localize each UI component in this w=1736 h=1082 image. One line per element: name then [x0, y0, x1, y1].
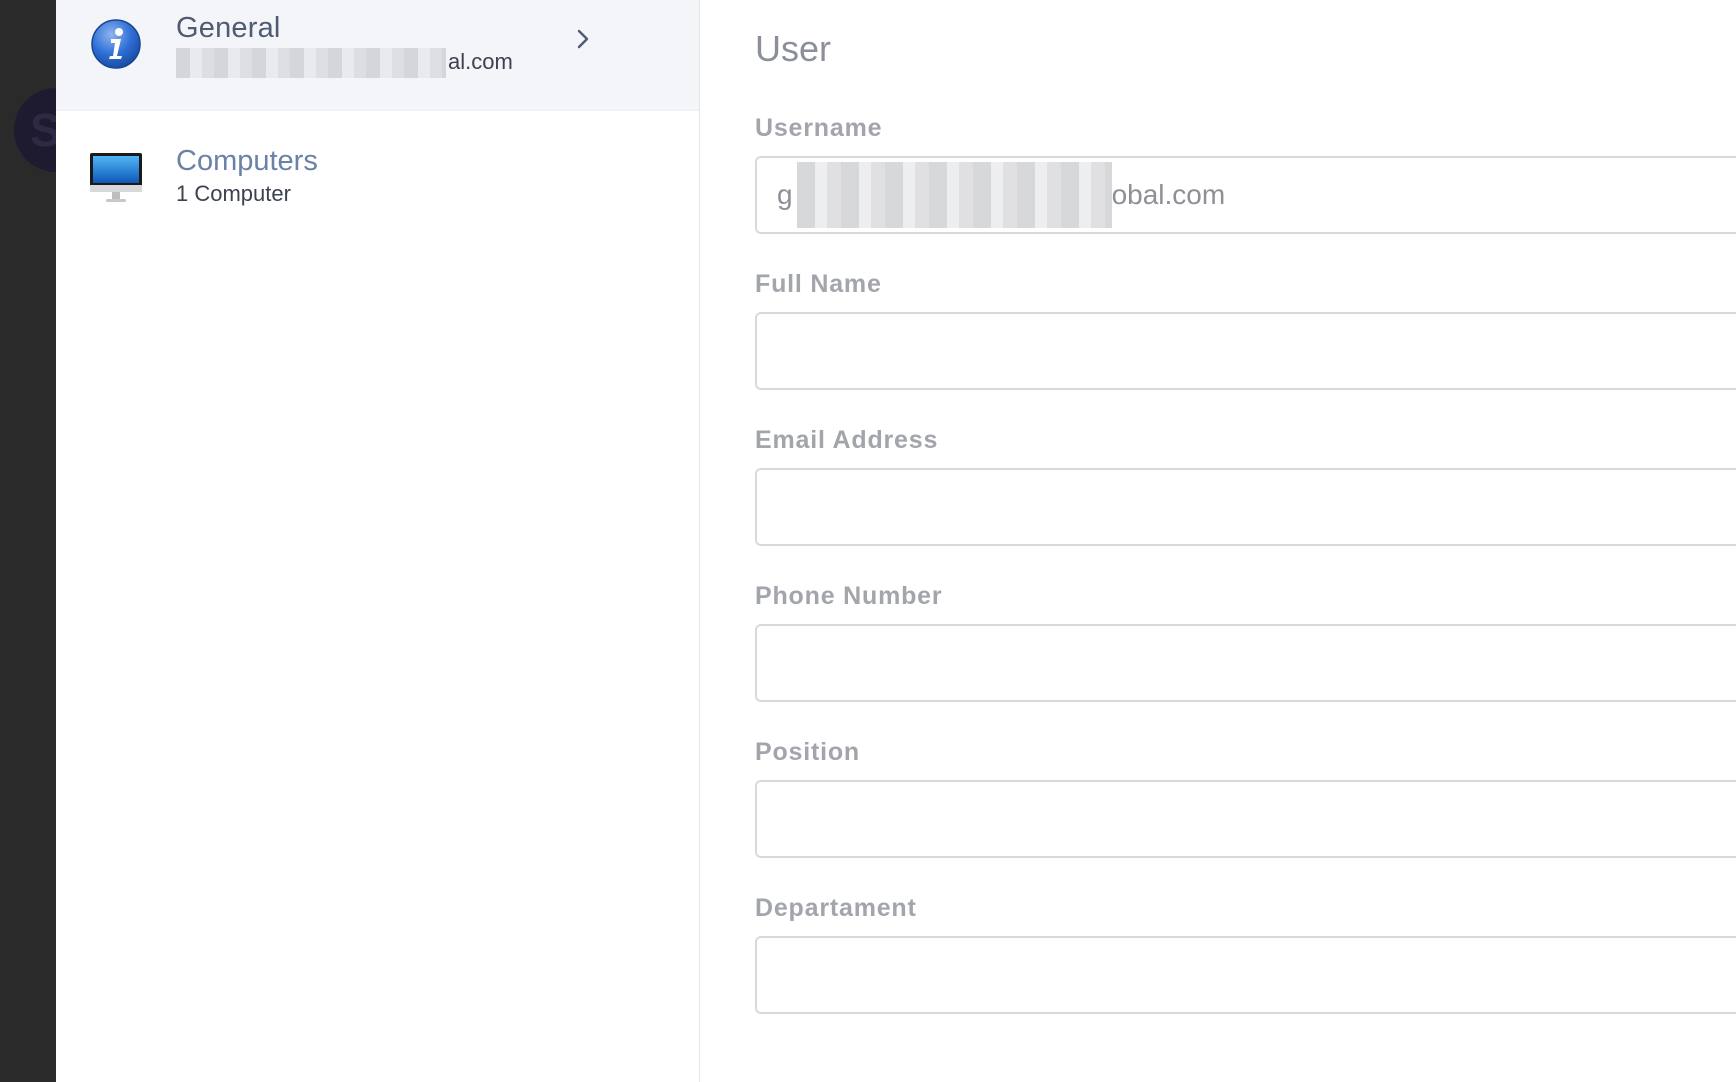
phone-number-label: Phone Number — [755, 582, 943, 610]
user-form: User Username g obal.com Full Name Email … — [700, 0, 1736, 1082]
background-overlay: S — [0, 0, 98, 1082]
redacted-text — [176, 48, 446, 78]
email-address-field[interactable] — [755, 468, 1736, 546]
sidebar: General al.com Computers 1 Computer — [56, 0, 700, 1082]
sidebar-item-general[interactable]: General al.com — [56, 0, 699, 111]
user-detail-panel: General al.com Computers 1 Computer User… — [56, 0, 1736, 1082]
department-label: Departament — [755, 894, 917, 922]
sidebar-item-subtitle: al.com — [176, 48, 513, 78]
sidebar-item-title: General — [176, 12, 281, 44]
email-address-label: Email Address — [755, 426, 939, 454]
position-field[interactable] — [755, 780, 1736, 858]
sidebar-item-computers[interactable]: Computers 1 Computer — [56, 111, 700, 231]
position-label: Position — [755, 738, 861, 766]
username-value-suffix: obal.com — [1111, 179, 1226, 210]
full-name-label: Full Name — [755, 270, 882, 298]
sidebar-item-subtitle: 1 Computer — [176, 181, 291, 206]
username-label: Username — [755, 114, 883, 142]
full-name-field[interactable] — [755, 312, 1736, 390]
chevron-right-icon — [577, 29, 589, 49]
phone-number-field[interactable] — [755, 624, 1736, 702]
redacted-text — [796, 162, 1112, 228]
subtitle-visible-text: al.com — [448, 48, 513, 74]
username-field[interactable]: g obal.com — [755, 156, 1736, 234]
sidebar-item-title: Computers — [176, 145, 318, 177]
department-field[interactable] — [755, 936, 1736, 1014]
imac-icon — [90, 153, 142, 202]
info-icon — [91, 19, 141, 69]
username-value-prefix: g — [777, 179, 793, 210]
section-title: User — [755, 28, 832, 69]
